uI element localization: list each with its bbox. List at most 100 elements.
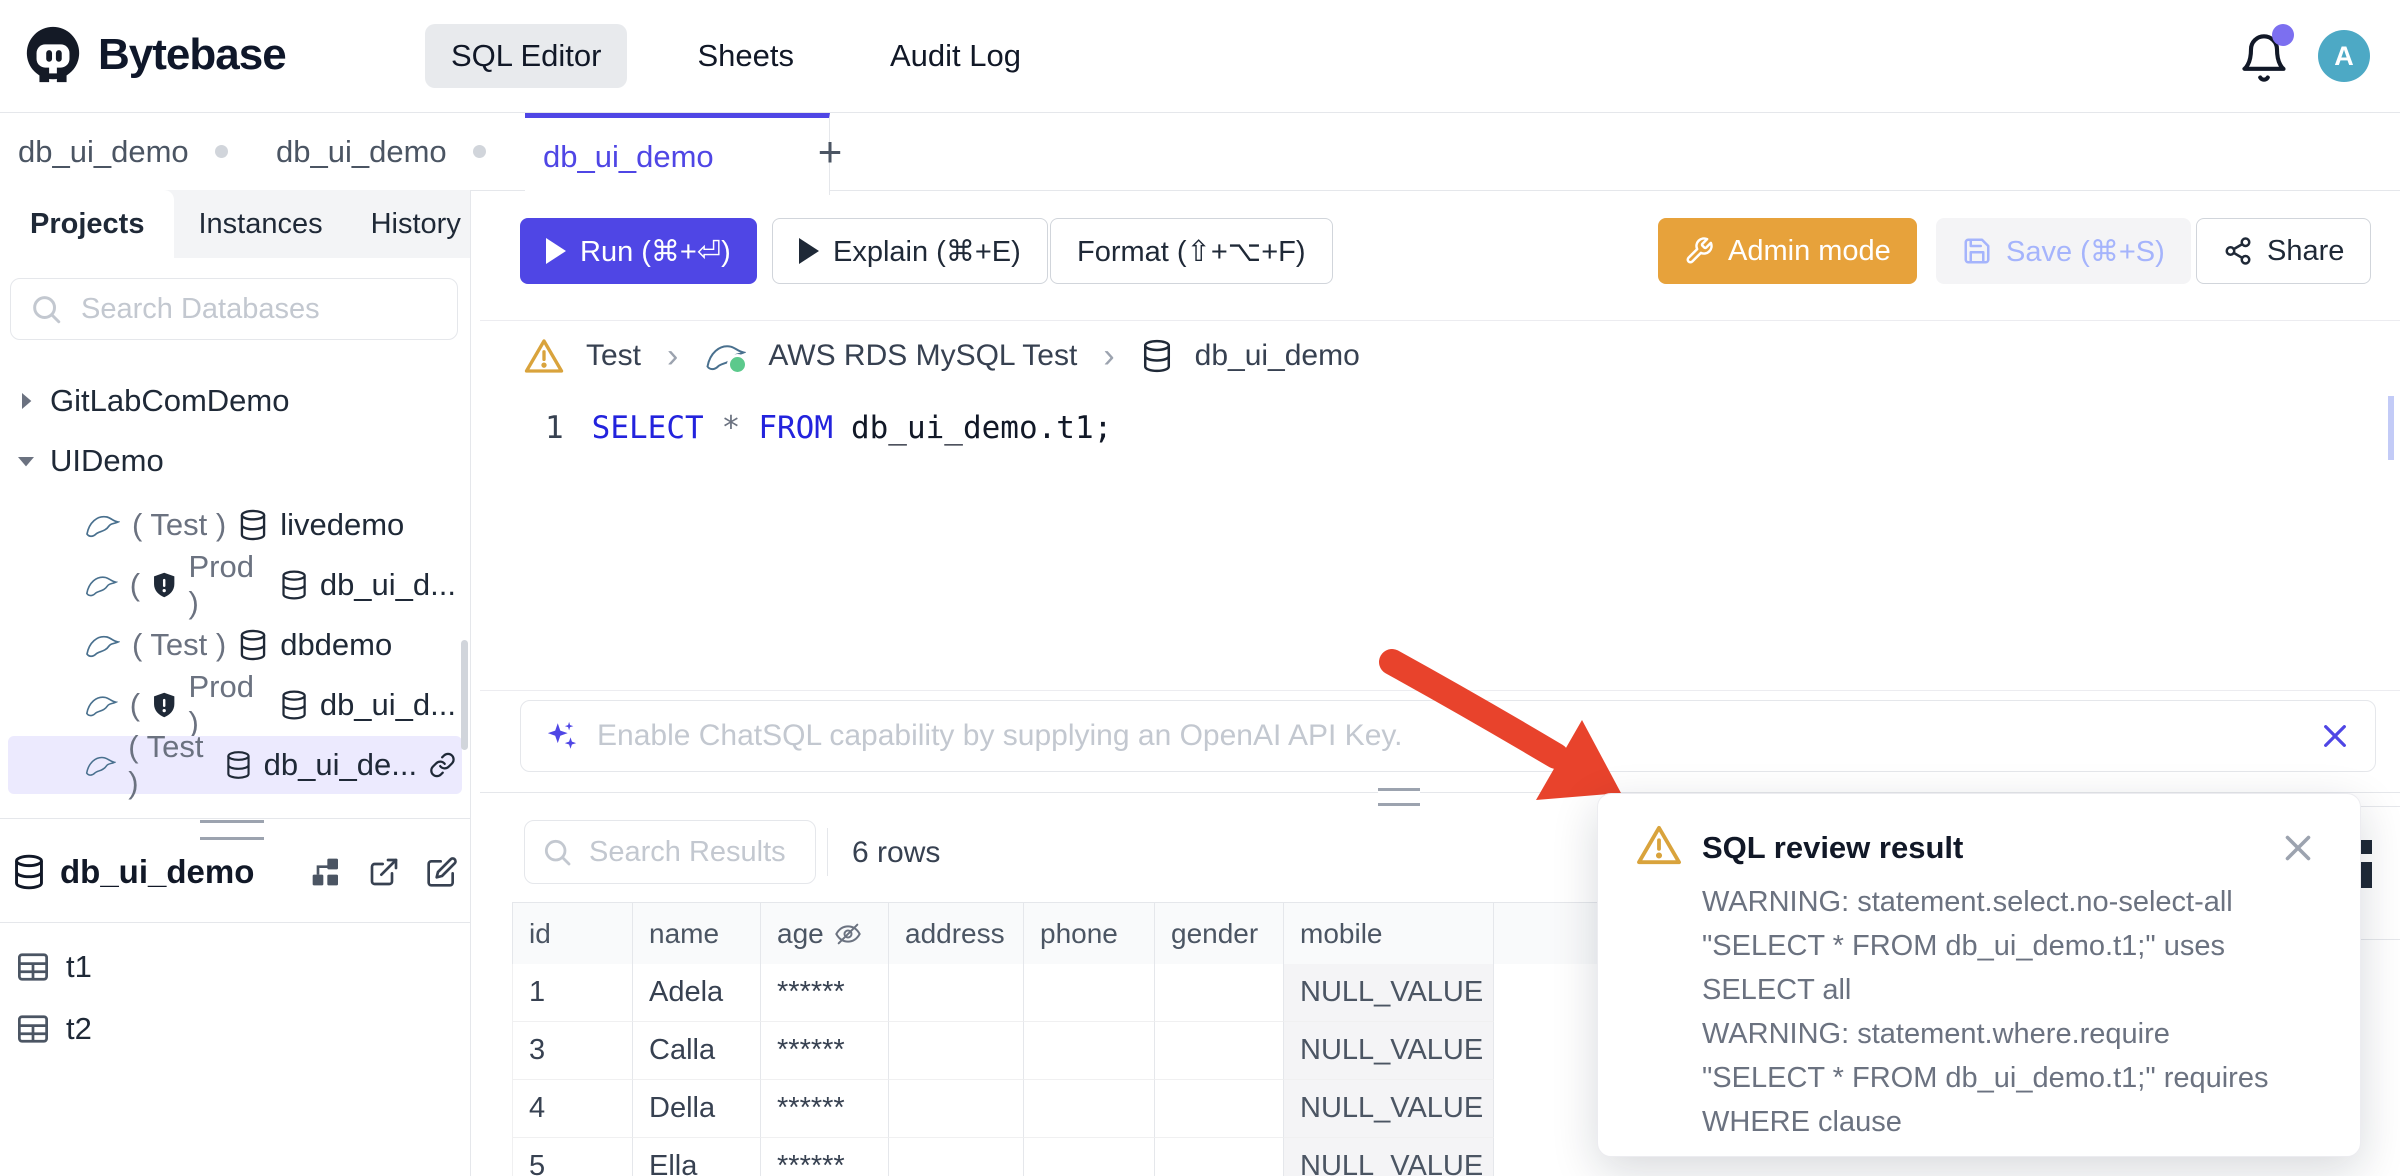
editor-tab-label: db_ui_demo [18, 134, 189, 170]
table-item-t2[interactable]: t2 [16, 1000, 456, 1058]
cell-name[interactable]: Calla [633, 1022, 761, 1080]
cell-id[interactable]: 4 [513, 1080, 633, 1138]
table-item-t1[interactable]: t1 [16, 938, 456, 996]
cell-name[interactable]: Della [633, 1080, 761, 1138]
mysql-dolphin-icon [84, 691, 118, 719]
cell-age[interactable]: ****** [761, 964, 889, 1022]
search-icon [541, 836, 573, 868]
tree-project-gitlabcomdemo[interactable]: GitLabComDemo [8, 372, 462, 430]
sidebar-resize-handle[interactable] [200, 820, 264, 840]
cell-address[interactable] [889, 964, 1024, 1022]
cell-age[interactable]: ****** [761, 1022, 889, 1080]
project-label: GitLabComDemo [50, 383, 289, 419]
database-search[interactable] [10, 278, 458, 340]
editor-bottom-border [480, 690, 2400, 691]
panel-resize-handle[interactable] [1378, 788, 1420, 806]
cell-mobile[interactable]: NULL_VALUE [1284, 1022, 1494, 1080]
avatar[interactable]: A [2318, 30, 2370, 82]
cell-mobile[interactable]: NULL_VALUE [1284, 1138, 1494, 1176]
database-icon [238, 509, 268, 541]
cell-mobile[interactable]: NULL_VALUE [1284, 964, 1494, 1022]
current-database-name: db_ui_demo [60, 853, 254, 891]
cell-name[interactable]: Adela [633, 964, 761, 1022]
cell-id[interactable]: 5 [513, 1138, 633, 1176]
cell-phone[interactable] [1024, 1138, 1155, 1176]
cell-phone[interactable] [1024, 1080, 1155, 1138]
column-header-mobile[interactable]: mobile [1284, 903, 1494, 964]
cell-phone[interactable] [1024, 964, 1155, 1022]
cell-gender[interactable] [1155, 1022, 1284, 1080]
table-row[interactable]: 5 Ella ****** NULL_VALUE [512, 1138, 1494, 1176]
column-header-address[interactable]: address [889, 903, 1024, 964]
column-header-id[interactable]: id [513, 903, 633, 964]
save-button[interactable]: Save (⌘+S) [1936, 218, 2191, 284]
format-button[interactable]: Format (⇧+⌥+F) [1050, 218, 1333, 284]
column-header-phone[interactable]: phone [1024, 903, 1155, 964]
cell-gender[interactable] [1155, 1138, 1284, 1176]
editor-scrollbar[interactable] [2388, 396, 2394, 460]
explain-button[interactable]: Explain (⌘+E) [772, 218, 1048, 284]
admin-mode-button[interactable]: Admin mode [1658, 218, 1917, 284]
cell-address[interactable] [889, 1138, 1024, 1176]
review-line: WHERE clause [1702, 1100, 2302, 1144]
nav-audit-log[interactable]: Audit Log [864, 24, 1047, 88]
warning-icon [524, 337, 564, 375]
database-search-input[interactable] [79, 292, 439, 327]
breadcrumb-database[interactable]: db_ui_demo [1195, 339, 1360, 373]
mysql-dolphin-icon [84, 571, 118, 599]
cell-address[interactable] [889, 1080, 1024, 1138]
tree-scrollbar[interactable] [461, 640, 468, 750]
cell-age[interactable]: ****** [761, 1138, 889, 1176]
database-label: db_ui_d... [320, 567, 456, 603]
table-row[interactable]: 4 Della ****** NULL_VALUE [512, 1080, 1494, 1138]
tree-db-prod-1[interactable]: ( Prod ) db_ui_d... [78, 556, 462, 614]
column-header-gender[interactable]: gender [1155, 903, 1284, 964]
table-row[interactable]: 1 Adela ****** NULL_VALUE [512, 964, 1494, 1022]
tree-db-selected[interactable]: ( Test ) db_ui_de... [8, 736, 462, 794]
sidebar-tab-instances[interactable]: Instances [174, 190, 346, 258]
sidebar-tab-history[interactable]: History [347, 190, 485, 258]
results-search-input[interactable] [587, 835, 799, 870]
tree-db-livedemo[interactable]: ( Test ) livedemo [78, 496, 462, 554]
cell-age[interactable]: ****** [761, 1080, 889, 1138]
editor-tab-1[interactable]: db_ui_demo [0, 113, 294, 190]
editor-tab-2[interactable]: db_ui_demo [258, 113, 561, 190]
edit-icon[interactable] [426, 856, 458, 888]
project-label: UIDemo [50, 443, 164, 479]
share-button[interactable]: Share [2196, 218, 2371, 284]
breadcrumb-instance[interactable]: AWS RDS MySQL Test [768, 339, 1077, 373]
mysql-dolphin-icon [84, 751, 116, 779]
caret-down-icon [14, 449, 38, 473]
popup-close-icon[interactable] [2280, 830, 2316, 866]
column-header-name[interactable]: name [633, 903, 761, 964]
column-header-age[interactable]: age [761, 903, 889, 964]
breadcrumb-environment[interactable]: Test [586, 339, 641, 373]
cell-gender[interactable] [1155, 964, 1284, 1022]
editor-tab-3-active[interactable]: db_ui_demo [525, 113, 830, 195]
cell-id[interactable]: 1 [513, 964, 633, 1022]
sql-star: * [722, 410, 741, 446]
nav-sheets[interactable]: Sheets [671, 24, 820, 88]
cell-address[interactable] [889, 1022, 1024, 1080]
cell-name[interactable]: Ella [633, 1138, 761, 1176]
banner-close-icon[interactable] [2319, 720, 2351, 752]
tree-project-uidemo[interactable]: UIDemo [8, 432, 462, 490]
cell-mobile[interactable]: NULL_VALUE [1284, 1080, 1494, 1138]
nav-sql-editor[interactable]: SQL Editor [425, 24, 627, 88]
cell-gender[interactable] [1155, 1080, 1284, 1138]
external-link-icon[interactable] [368, 856, 400, 888]
table-row[interactable]: 3 Calla ****** NULL_VALUE [512, 1022, 1494, 1080]
results-search[interactable] [524, 820, 816, 884]
top-nav: SQL Editor Sheets Audit Log [425, 22, 1047, 90]
run-button[interactable]: Run (⌘+⏎) [520, 218, 757, 284]
tree-db-prod-2[interactable]: ( Prod ) db_ui_d... [78, 676, 462, 734]
cell-phone[interactable] [1024, 1022, 1155, 1080]
cell-id[interactable]: 3 [513, 1022, 633, 1080]
brand[interactable]: Bytebase [22, 24, 286, 86]
sql-editor-line[interactable]: 1 SELECT * FROM db_ui_demo.t1; [545, 410, 1112, 446]
schema-diagram-icon[interactable] [310, 856, 342, 888]
sidebar-tab-projects[interactable]: Projects [0, 190, 174, 258]
add-tab-button[interactable]: + [805, 127, 855, 177]
sidebar-tabs: Projects Instances History [0, 190, 470, 258]
tree-db-dbdemo[interactable]: ( Test ) dbdemo [78, 616, 462, 674]
